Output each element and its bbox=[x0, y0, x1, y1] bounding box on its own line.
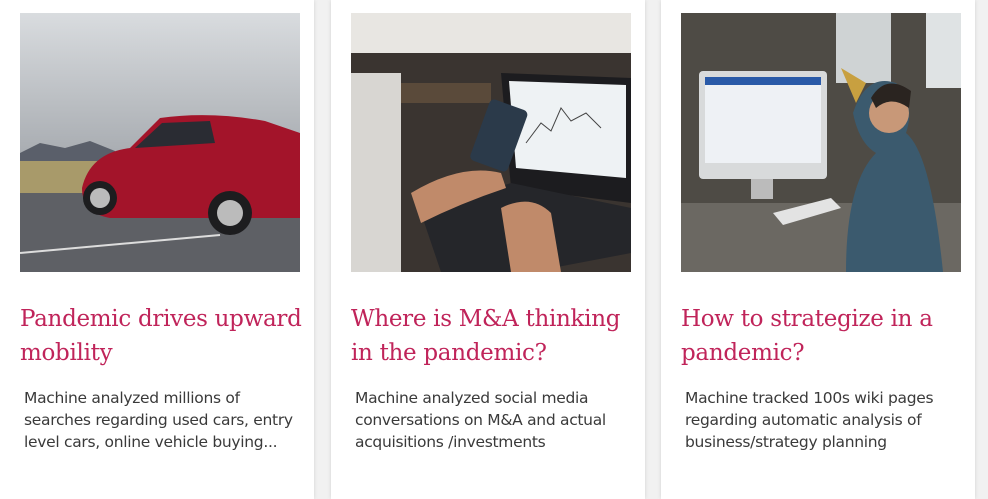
laptop-chart-image[interactable] bbox=[351, 13, 631, 272]
card-title[interactable]: How to strategize in a pandemic? bbox=[681, 302, 966, 370]
article-card-mobility[interactable]: Pandemic drives upward mobility Machine … bbox=[0, 0, 314, 499]
article-card-ma[interactable]: Where is M&A thinking in the pandemic? M… bbox=[331, 0, 645, 499]
card-description: Machine analyzed social media conversati… bbox=[355, 389, 606, 451]
article-card-strategy[interactable]: How to strategize in a pandemic? Machine… bbox=[661, 0, 975, 499]
red-car-image[interactable] bbox=[20, 13, 300, 272]
man-at-computer-image[interactable] bbox=[681, 13, 961, 272]
card-description: Machine tracked 100s wiki pages regardin… bbox=[685, 389, 934, 451]
card-title[interactable]: Pandemic drives upward mobility bbox=[20, 302, 305, 370]
card-description: Machine analyzed millions of searches re… bbox=[24, 389, 293, 451]
card-title[interactable]: Where is M&A thinking in the pandemic? bbox=[351, 302, 636, 370]
